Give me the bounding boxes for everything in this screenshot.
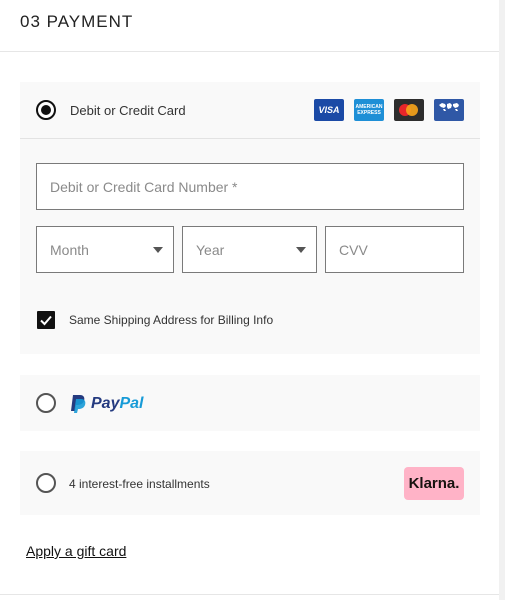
amex-logo: AMERICAN EXPRESS [354,99,384,121]
apply-gift-card-link[interactable]: Apply a gift card [26,543,126,559]
card-option-label: Debit or Credit Card [70,103,186,118]
card-payment-panel: Debit or Credit Card VISA AMERICAN EXPRE… [20,82,480,354]
expiry-year-select[interactable]: Year [182,226,317,273]
expiry-month-select[interactable]: Month [36,226,174,273]
paypal-option-radio[interactable] [36,393,56,413]
checkmark-icon [40,315,52,326]
card-number-placeholder: Debit or Credit Card Number * [50,179,238,195]
klarna-logo: Klarna. [404,467,464,500]
card-number-input[interactable]: Debit or Credit Card Number * [36,163,464,210]
diners-club-logo [434,99,464,121]
section-divider [0,594,499,595]
same-billing-checkbox[interactable] [37,311,55,329]
card-option-radio[interactable] [36,100,56,120]
card-option-header[interactable]: Debit or Credit Card VISA AMERICAN EXPRE… [20,82,480,139]
paypal-icon [71,395,86,413]
year-placeholder: Year [196,242,225,258]
chevron-down-icon [296,247,306,253]
klarna-payment-panel[interactable]: 4 interest-free installments Klarna. [20,451,480,515]
payment-section-header: 03 PAYMENT [0,0,499,52]
chevron-down-icon [153,247,163,253]
mastercard-logo [394,99,424,121]
cvv-input[interactable]: CVV [325,226,464,273]
cvv-placeholder: CVV [339,242,368,258]
same-billing-label: Same Shipping Address for Billing Info [69,313,274,327]
section-title: 03 PAYMENT [20,12,134,31]
month-placeholder: Month [50,242,89,258]
klarna-option-radio[interactable] [36,473,56,493]
page-scroll-edge [499,0,505,600]
visa-logo: VISA [314,99,344,121]
paypal-payment-panel[interactable]: PayPal [20,375,480,431]
klarna-option-label: 4 interest-free installments [69,477,210,491]
